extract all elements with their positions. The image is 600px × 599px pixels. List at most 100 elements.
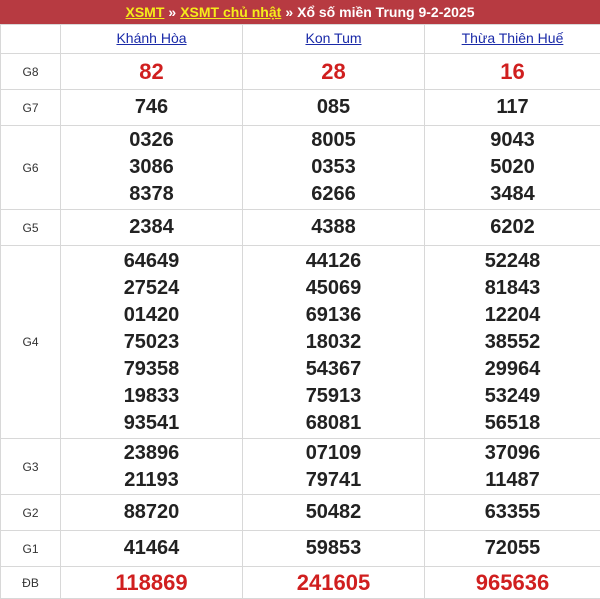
prize-number: 37096 bbox=[485, 440, 541, 467]
prize-label: G7 bbox=[1, 90, 61, 126]
title-bar: XSMT » XSMT chủ nhật » Xổ số miền Trung … bbox=[0, 0, 600, 24]
prize-cell: 16 bbox=[425, 54, 600, 90]
prize-number: 75023 bbox=[124, 329, 180, 356]
prize-cell: 904350203484 bbox=[425, 126, 600, 210]
prize-cell: 44126450696913618032543677591368081 bbox=[243, 246, 425, 439]
page-title: Xổ số miền Trung 9-2-2025 bbox=[297, 4, 474, 20]
prize-row-g7: G7 746 085 117 bbox=[1, 90, 600, 126]
breadcrumb-separator: » bbox=[168, 4, 176, 20]
prize-row-g6: G6032630868378800503536266904350203484 bbox=[1, 126, 600, 210]
prize-cell: 3709611487 bbox=[425, 439, 600, 495]
prize-number: 8005 bbox=[311, 127, 356, 154]
prize-row-g8: G882 28 16 bbox=[1, 54, 600, 90]
prize-number: 69136 bbox=[306, 302, 362, 329]
prize-cell: 241605 bbox=[243, 567, 425, 599]
province-link-kon-tum[interactable]: Kon Tum bbox=[305, 30, 361, 46]
prize-number: 45069 bbox=[306, 275, 362, 302]
prize-cell: 032630868378 bbox=[61, 126, 243, 210]
prize-cell: 117 bbox=[425, 90, 600, 126]
prize-number: 81843 bbox=[485, 275, 541, 302]
prize-number: 63355 bbox=[485, 499, 541, 526]
prize-number: 27524 bbox=[124, 275, 180, 302]
prize-cell: 0710979741 bbox=[243, 439, 425, 495]
prize-number: 3484 bbox=[490, 181, 535, 208]
prize-number: 54367 bbox=[306, 356, 362, 383]
prize-cell: 52248818431220438552299645324956518 bbox=[425, 246, 600, 439]
prize-number: 28 bbox=[321, 58, 345, 85]
prize-number: 50482 bbox=[306, 499, 362, 526]
prize-number: 79358 bbox=[124, 356, 180, 383]
prize-number: 965636 bbox=[476, 569, 549, 596]
prize-number: 11487 bbox=[485, 467, 540, 494]
prize-number: 118869 bbox=[115, 569, 187, 596]
prize-label: G6 bbox=[1, 126, 61, 210]
xsmt-sunday-link[interactable]: XSMT chủ nhật bbox=[180, 4, 281, 20]
prize-label: G1 bbox=[1, 531, 61, 567]
prize-row-g3: G3238962119307109797413709611487 bbox=[1, 439, 600, 495]
prize-number: 07109 bbox=[306, 440, 362, 467]
prize-number: 21193 bbox=[124, 467, 179, 494]
prize-cell: 64649275240142075023793581983393541 bbox=[61, 246, 243, 439]
prize-number: 6266 bbox=[311, 181, 356, 208]
prize-number: 75913 bbox=[306, 383, 362, 410]
prize-label: G3 bbox=[1, 439, 61, 495]
prize-number: 53249 bbox=[485, 383, 541, 410]
prize-cell: 28 bbox=[243, 54, 425, 90]
lottery-results-panel: XSMT » XSMT chủ nhật » Xổ số miền Trung … bbox=[0, 0, 600, 599]
prize-label: G5 bbox=[1, 210, 61, 246]
prize-number: 241605 bbox=[297, 569, 370, 596]
prize-number: 72055 bbox=[485, 535, 541, 562]
prize-number: 64649 bbox=[124, 248, 180, 275]
prize-cell: 4388 bbox=[243, 210, 425, 246]
province-link-thua-thien-hue[interactable]: Thừa Thiên Huế bbox=[462, 30, 564, 46]
prize-number: 29964 bbox=[485, 356, 541, 383]
prize-number: 085 bbox=[317, 94, 350, 121]
prize-cell: 82 bbox=[61, 54, 243, 90]
province-header-row: Khánh Hòa Kon Tum Thừa Thiên Huế bbox=[1, 25, 600, 54]
prize-number: 12204 bbox=[485, 302, 541, 329]
prize-number: 93541 bbox=[124, 410, 180, 437]
prize-number: 6202 bbox=[490, 214, 535, 241]
prize-cell: 88720 bbox=[61, 495, 243, 531]
prize-number: 746 bbox=[135, 94, 168, 121]
prize-cell: 800503536266 bbox=[243, 126, 425, 210]
prize-row-g2: G2887205048263355 bbox=[1, 495, 600, 531]
prize-number: 0326 bbox=[129, 127, 174, 154]
prize-number: 2384 bbox=[129, 214, 174, 241]
prize-number: 01420 bbox=[124, 302, 180, 329]
corner-cell bbox=[1, 25, 61, 54]
prize-number: 3086 bbox=[129, 154, 174, 181]
prize-label: G8 bbox=[1, 54, 61, 90]
prize-number: 117 bbox=[496, 94, 528, 121]
province-link-khanh-hoa[interactable]: Khánh Hòa bbox=[116, 30, 186, 46]
prize-row-đb: ĐB 118869 241605 965636 bbox=[1, 567, 600, 599]
results-table: Khánh Hòa Kon Tum Thừa Thiên Huế G882 28 1… bbox=[0, 24, 600, 599]
prize-cell: 118869 bbox=[61, 567, 243, 599]
xsmt-link[interactable]: XSMT bbox=[126, 4, 165, 20]
prize-number: 41464 bbox=[124, 535, 180, 562]
prize-number: 79741 bbox=[306, 467, 362, 494]
prize-label: G4 bbox=[1, 246, 61, 439]
prize-cell: 746 bbox=[61, 90, 243, 126]
prize-row-g1: G1 41464 59853 72055 bbox=[1, 531, 600, 567]
prize-number: 18032 bbox=[306, 329, 362, 356]
prize-number: 9043 bbox=[490, 127, 535, 154]
prize-label: ĐB bbox=[1, 567, 61, 599]
prize-number: 68081 bbox=[306, 410, 362, 437]
prize-cell: 085 bbox=[243, 90, 425, 126]
prize-cell: 63355 bbox=[425, 495, 600, 531]
prize-cell: 41464 bbox=[61, 531, 243, 567]
prize-number: 0353 bbox=[311, 154, 356, 181]
prize-number: 44126 bbox=[306, 248, 362, 275]
prize-cell: 2389621193 bbox=[61, 439, 243, 495]
prize-cell: 50482 bbox=[243, 495, 425, 531]
prize-row-g4: G464649275240142075023793581983393541441… bbox=[1, 246, 600, 439]
prize-row-g5: G5 2384 4388 6202 bbox=[1, 210, 600, 246]
breadcrumb-separator: » bbox=[285, 4, 293, 20]
prize-number: 59853 bbox=[306, 535, 362, 562]
prize-number: 5020 bbox=[490, 154, 535, 181]
prize-number: 88720 bbox=[124, 499, 180, 526]
prize-cell: 72055 bbox=[425, 531, 600, 567]
prize-cell: 2384 bbox=[61, 210, 243, 246]
prize-cell: 59853 bbox=[243, 531, 425, 567]
